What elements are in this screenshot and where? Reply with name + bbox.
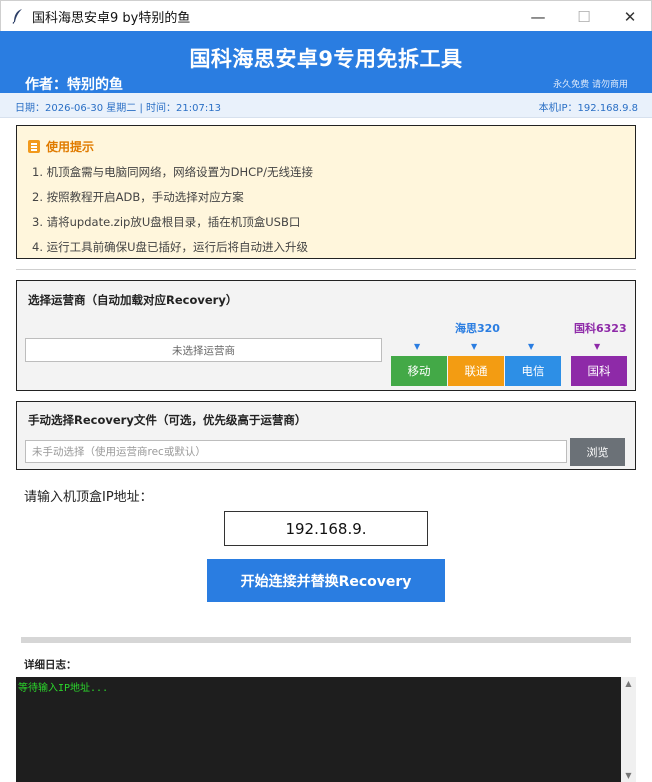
app-title: 国科海思安卓9专用免拆工具 bbox=[189, 47, 463, 71]
carrier-guoke-button[interactable]: 国科 bbox=[571, 356, 627, 386]
tips-heading: 使用提示 bbox=[28, 138, 94, 155]
carrier-mobile-button[interactable]: 移动 bbox=[391, 356, 447, 386]
log-label: 详细日志： bbox=[24, 659, 77, 671]
license-note: 永久免费 请勿商用 bbox=[553, 80, 628, 90]
tip-item: 4. 运行工具前确保U盘已插好，运行后将自动进入升级 bbox=[32, 240, 309, 254]
group-label-hisi320: 海思320 bbox=[455, 322, 500, 335]
close-button[interactable]: ✕ bbox=[607, 1, 652, 32]
browse-button[interactable]: 浏览 bbox=[570, 438, 625, 466]
minimize-icon: — bbox=[530, 7, 546, 26]
carrier-panel: 选择运营商（自动加载对应Recovery） 未选择运营商 海思320 国科632… bbox=[16, 280, 636, 391]
log-line: 等待输入IP地址... bbox=[18, 683, 109, 694]
tip-item: 2. 按照教程开启ADB，手动选择对应方案 bbox=[32, 190, 244, 204]
log-scrollbar[interactable]: ▲ ▼ bbox=[621, 677, 636, 782]
arrow-down-icon: ▼ bbox=[528, 342, 535, 351]
tip-item: 3. 请将update.zip放U盘根目录，插在机顶盒USB口 bbox=[32, 215, 301, 229]
carrier-unicom-button[interactable]: 联通 bbox=[448, 356, 504, 386]
maximize-button[interactable]: ☐ bbox=[561, 1, 607, 32]
feather-icon bbox=[11, 8, 25, 24]
arrow-down-icon: ▼ bbox=[594, 342, 601, 351]
group-label-guoke6323: 国科6323 bbox=[574, 322, 627, 335]
maximize-icon: ☐ bbox=[577, 7, 591, 26]
arrow-down-icon: ▼ bbox=[414, 342, 421, 351]
log-output[interactable]: 等待输入IP地址... bbox=[16, 677, 621, 782]
author-label: 作者：特别的鱼 bbox=[25, 77, 123, 93]
window-title: 国科海思安卓9 by特别的鱼 bbox=[32, 11, 191, 26]
start-replace-button[interactable]: 开始连接并替换Recovery bbox=[207, 559, 445, 602]
manual-recovery-title: 手动选择Recovery文件（可选，优先级高于运营商） bbox=[28, 413, 307, 427]
scroll-down-icon[interactable]: ▼ bbox=[621, 771, 636, 780]
carrier-telecom-button[interactable]: 电信 bbox=[505, 356, 561, 386]
title-bar: 国科海思安卓9 by特别的鱼 — ☐ ✕ bbox=[0, 0, 652, 31]
selected-carrier-display: 未选择运营商 bbox=[25, 338, 382, 362]
ip-input[interactable]: 192.168.9. bbox=[224, 511, 428, 546]
arrow-down-icon: ▼ bbox=[471, 342, 478, 351]
clipboard-icon bbox=[28, 140, 40, 153]
tips-heading-text: 使用提示 bbox=[46, 140, 95, 154]
datetime-label: 日期：2026-06-30 星期二 | 时间：21:07:13 bbox=[15, 103, 221, 114]
scroll-up-icon[interactable]: ▲ bbox=[621, 679, 636, 688]
manual-recovery-panel: 手动选择Recovery文件（可选，优先级高于运营商） 未手动选择（使用运营商r… bbox=[16, 401, 636, 470]
tips-panel: 使用提示 1. 机顶盒需与电脑同网络，网络设置为DHCP/无线连接 2. 按照教… bbox=[16, 125, 636, 259]
divider bbox=[16, 269, 636, 270]
close-icon: ✕ bbox=[623, 7, 637, 26]
local-ip-label: 本机IP：192.168.9.8 bbox=[538, 103, 638, 114]
progress-bar bbox=[21, 637, 631, 643]
tip-item: 1. 机顶盒需与电脑同网络，网络设置为DHCP/无线连接 bbox=[32, 165, 313, 179]
info-bar: 日期：2026-06-30 星期二 | 时间：21:07:13 本机IP：192… bbox=[0, 93, 652, 118]
carrier-panel-title: 选择运营商（自动加载对应Recovery） bbox=[28, 293, 238, 307]
recovery-file-field[interactable]: 未手动选择（使用运营商rec或默认） bbox=[25, 440, 567, 463]
ip-label: 请输入机顶盒IP地址： bbox=[24, 490, 153, 505]
minimize-button[interactable]: — bbox=[515, 1, 561, 32]
app-header: 国科海思安卓9专用免拆工具 作者：特别的鱼 永久免费 请勿商用 bbox=[0, 31, 652, 93]
